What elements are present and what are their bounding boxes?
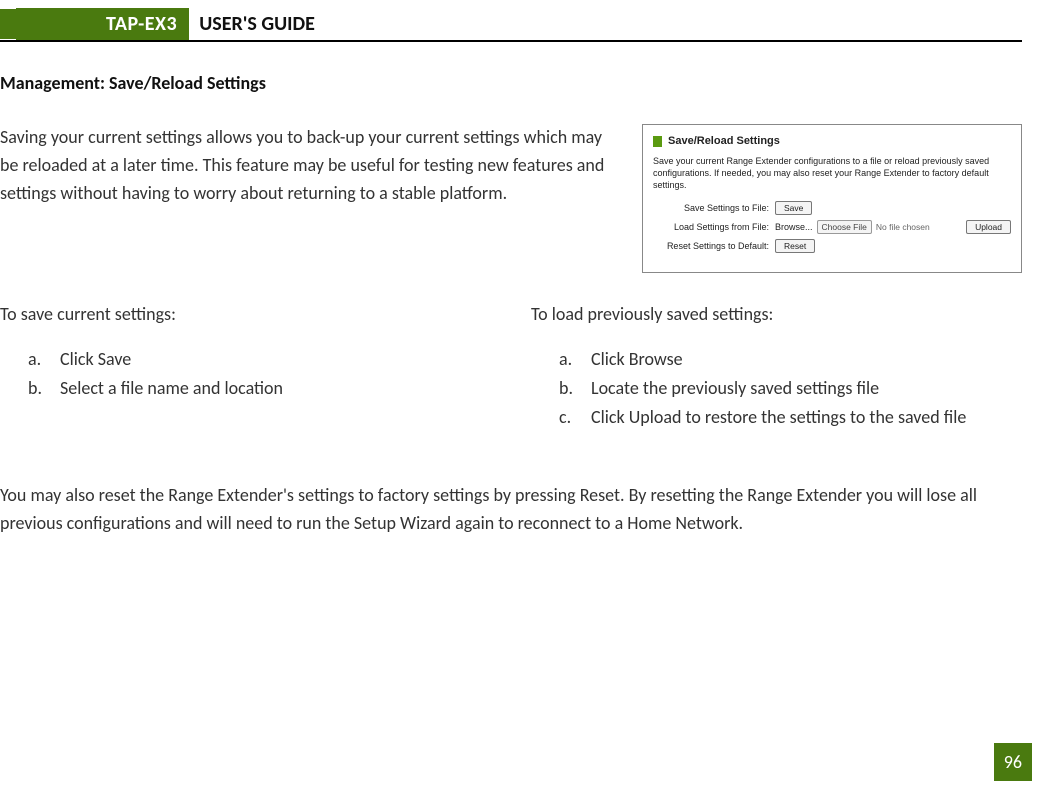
list-text: Click Browse [591,348,683,370]
list-marker: a. [559,345,583,374]
header-model: TAP-EX3 [16,8,189,40]
screenshot-title: Save/Reload Settings [668,135,780,147]
load-column: To load previously saved settings: a. Cli… [531,303,1022,431]
section-heading: Management: Save/Reload Settings [0,72,1022,94]
list-item: b. Locate the previously saved settings f… [559,374,1022,403]
list-item: b. Select a file name and location [28,374,491,403]
screenshot-save-button: Save [775,201,812,215]
list-marker: a. [28,345,52,374]
save-heading: To save current settings: [0,303,491,325]
load-steps-list: a. Click Browse b. Locate the previously s… [531,345,1022,431]
screenshot-reset-row: Reset Settings to Default: Reset [653,239,1011,253]
list-text: Locate the previously saved settings fil… [591,377,879,399]
screenshot-choose-file-button: Choose File [817,220,872,234]
list-item: a. Click Save [28,345,491,374]
screenshot-description: Save your current Range Extender configu… [653,155,1011,191]
embedded-screenshot: Save/Reload Settings Save your current R… [642,124,1022,273]
screenshot-upload-button: Upload [966,220,1011,234]
screenshot-save-label: Save Settings to File: [653,203,775,213]
screenshot-accent-icon [653,136,662,147]
screenshot-load-row: Load Settings from File: Browse... Choos… [653,220,1011,234]
screenshot-load-label: Load Settings from File: [653,222,775,232]
page-body: Management: Save/Reload Settings Saving … [0,42,1042,538]
save-steps-list: a. Click Save b. Select a file name and lo… [0,345,491,403]
header-guide-title: USER'S GUIDE [189,12,315,36]
screenshot-browse-group: Browse... Choose File No file chosen Upl… [775,220,1011,234]
list-item: c. Click Upload to restore the settings t… [559,403,1022,432]
page-number: 96 [994,743,1032,781]
list-marker: c. [559,403,583,432]
screenshot-reset-button: Reset [775,239,815,253]
list-text: Click Upload to restore the settings to … [591,406,966,428]
list-marker: b. [559,374,583,403]
screenshot-save-row: Save Settings to File: Save [653,201,1011,215]
load-heading: To load previously saved settings: [531,303,1022,325]
screenshot-no-file-text: No file chosen [876,222,930,232]
intro-row: Saving your current settings allows you … [0,124,1022,273]
list-marker: b. [28,374,52,403]
save-column: To save current settings: a. Click Save b… [0,303,491,431]
screenshot-reset-label: Reset Settings to Default: [653,241,775,251]
screenshot-title-row: Save/Reload Settings [653,135,1011,147]
intro-paragraph: Saving your current settings allows you … [0,124,622,208]
reset-paragraph: You may also reset the Range Extender's … [0,482,1022,538]
list-text: Click Save [60,348,131,370]
list-text: Select a file name and location [60,377,283,399]
header-bar: TAP-EX3 USER'S GUIDE [0,8,1022,42]
screenshot-browse-text: Browse... [775,222,813,232]
instruction-columns: To save current settings: a. Click Save b… [0,303,1022,431]
list-item: a. Click Browse [559,345,1022,374]
header-accent-stub [0,9,16,39]
